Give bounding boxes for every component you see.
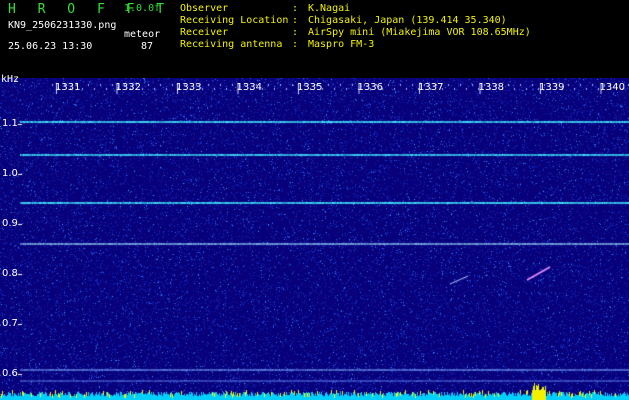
meta-value-location: Chigasaki, Japan (139.414 35.340)	[308, 15, 507, 26]
x-tick-label: 1335	[297, 82, 323, 93]
y-tick-label: 1.1	[2, 118, 18, 129]
meta-colon: :	[292, 3, 299, 14]
x-tick-label: 1337	[418, 82, 444, 93]
meteor-count: 87	[141, 41, 154, 52]
meta-colon: :	[292, 27, 299, 38]
x-tick-label: 1339	[539, 82, 565, 93]
meta-colon: :	[292, 15, 299, 26]
y-tick-label: 0.7	[2, 318, 18, 329]
meta-value-observer: K.Nagai	[308, 3, 351, 14]
meta-key-observer: Observer	[180, 3, 229, 14]
spectrogram-canvas	[0, 78, 629, 400]
x-tick-label: 1333	[176, 82, 202, 93]
file-name: KN9_2506231330.png	[8, 20, 117, 31]
y-axis-unit: kHz	[1, 74, 20, 85]
x-tick-label: 1334	[236, 82, 262, 93]
meta-key-location: Receiving Location	[180, 15, 289, 26]
header-panel: H R O F F T 1.0.0f KN9_2506231330.png me…	[0, 0, 629, 78]
meta-key-receiver: Receiver	[180, 27, 229, 38]
meta-key-antenna: Receiving antenna	[180, 39, 283, 50]
x-tick-label: 1338	[478, 82, 504, 93]
counter-label: meteor	[124, 29, 161, 40]
meta-value-antenna: Maspro FM-3	[308, 39, 375, 50]
version-label: 1.0.0f	[124, 3, 161, 14]
y-tick-label: 0.6	[2, 368, 18, 379]
x-tick-label: 1331	[55, 82, 81, 93]
y-tick-label: 0.9	[2, 218, 18, 229]
x-tick-label: 1336	[357, 82, 383, 93]
capture-datetime: 25.06.23 13:30	[8, 41, 93, 52]
y-tick-label: 1.0	[2, 168, 18, 179]
x-tick-label: 1332	[115, 82, 141, 93]
y-tick-label: 0.8	[2, 268, 18, 279]
meta-colon: :	[292, 39, 299, 50]
meta-value-receiver: AirSpy mini (Miakejima VOR 108.65MHz)	[308, 27, 531, 38]
x-tick-label: 1340	[599, 82, 625, 93]
